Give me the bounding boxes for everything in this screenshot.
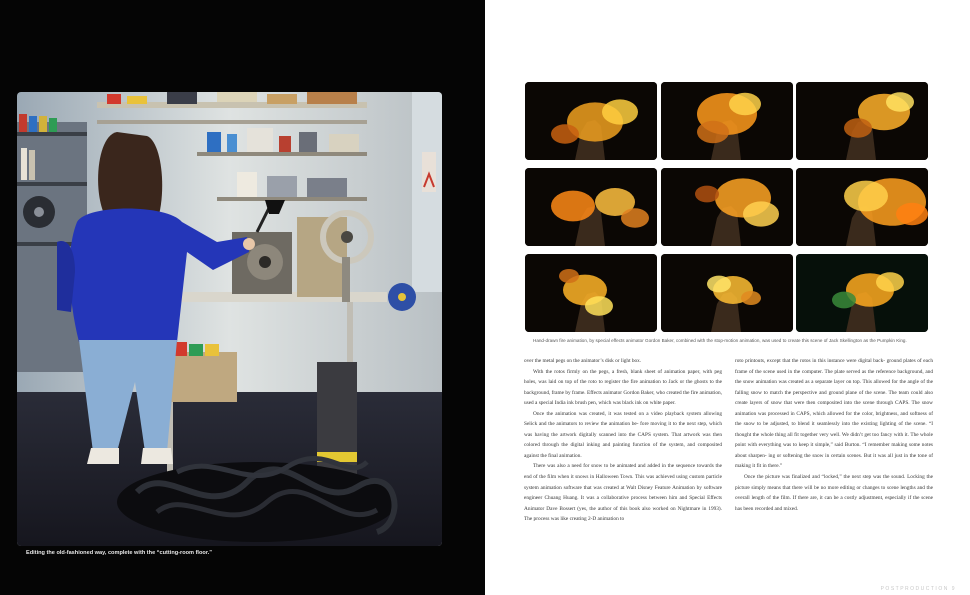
film-frames-grid [525, 82, 928, 332]
body-text-column-left: over the metal pegs on the animator’s di… [524, 356, 722, 525]
fire-skeleton-frame-3 [796, 82, 928, 160]
fire-skeleton-frame-6 [796, 168, 928, 246]
editing-room-photo [17, 92, 442, 546]
fire-skeleton-frame-8 [660, 254, 793, 332]
body-text-column-right: roto printouts, except that the rotos in… [735, 356, 933, 514]
paragraph: With the rotos firmly on the pegs, a fre… [524, 368, 722, 407]
paragraph: There was also a need for snow to be ani… [524, 463, 722, 523]
paragraph: over the metal pegs on the animator’s di… [524, 358, 642, 364]
fire-skeleton-frame-9 [796, 254, 928, 332]
fire-skeleton-frame-5 [660, 168, 793, 246]
fire-skeleton-frame-2 [660, 82, 793, 160]
frames-caption: Hand-drawn fire animation, by special ef… [533, 338, 907, 343]
fire-skeleton-frame-4 [525, 168, 657, 246]
left-page: Editing the old-fashioned way, complete … [0, 0, 485, 595]
fire-skeleton-frame-1 [525, 82, 657, 160]
fire-skeleton-frame-7 [525, 254, 657, 332]
paragraph: Once the picture was finalized and “lock… [735, 474, 933, 512]
paragraph: roto printouts, except that the rotos in… [735, 358, 933, 470]
photo-caption: Editing the old-fashioned way, complete … [26, 550, 213, 556]
right-page: Hand-drawn fire animation, by special ef… [485, 0, 970, 595]
page-folio: POSTPRODUCTION 9 [880, 586, 956, 592]
book-spread: Editing the old-fashioned way, complete … [0, 0, 970, 595]
paragraph: Once the animation was created, it was t… [524, 410, 722, 459]
